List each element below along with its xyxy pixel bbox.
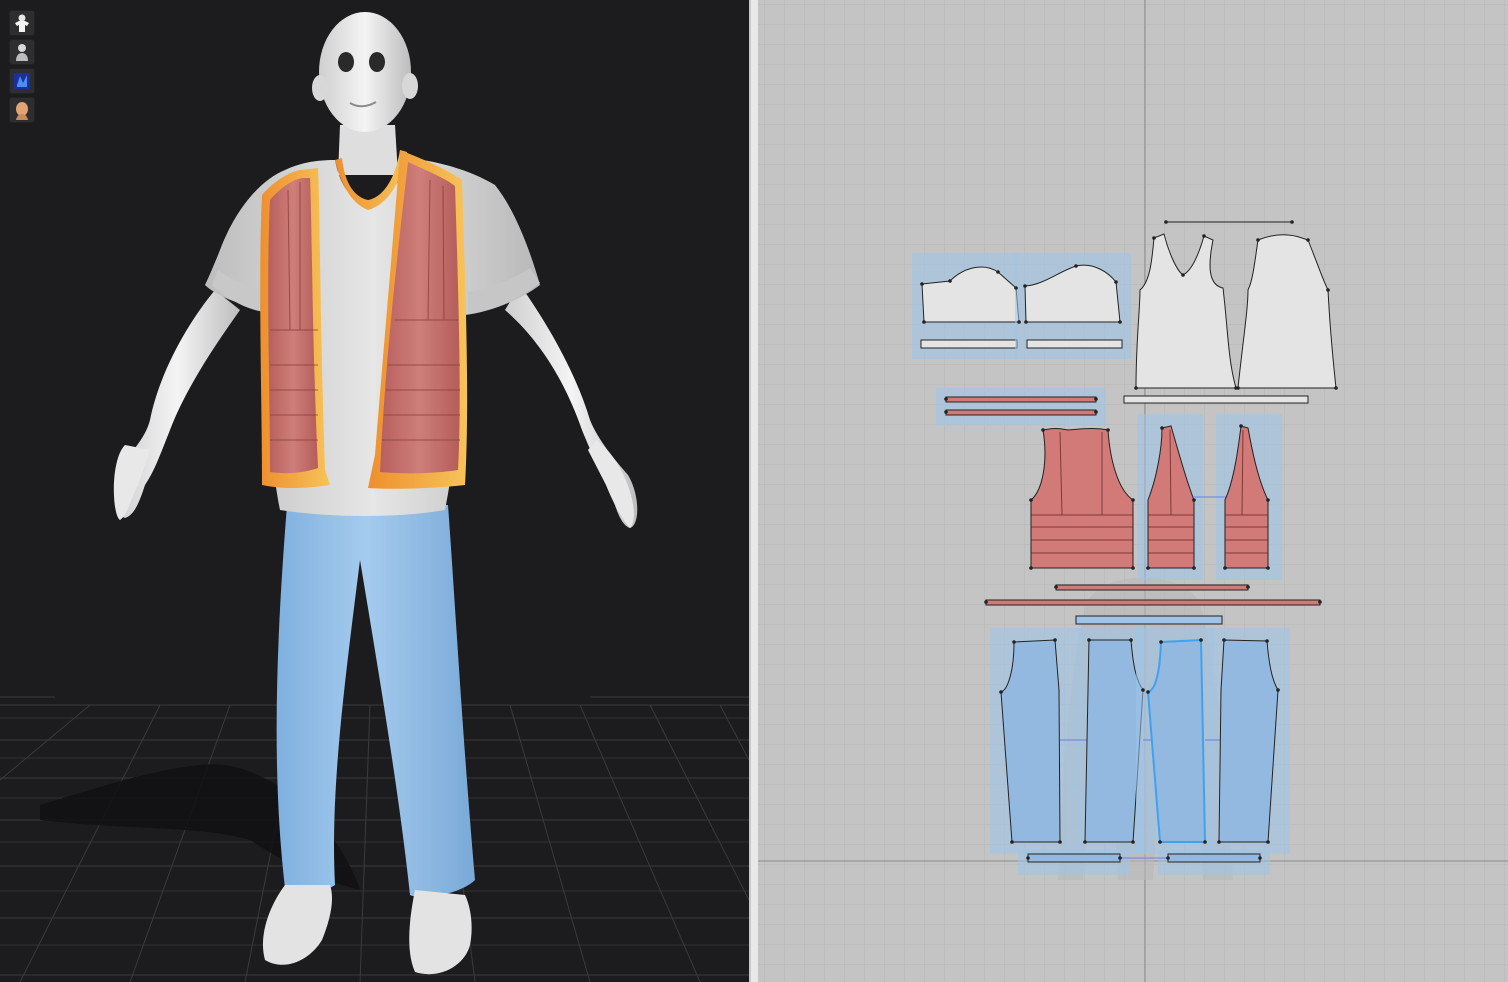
avatar-display-button[interactable]	[9, 39, 35, 65]
neck	[338, 125, 398, 175]
pattern-sleeve-right[interactable]	[1015, 253, 1131, 359]
shirt-avatar-icon	[15, 14, 29, 32]
3d-viewport[interactable]	[0, 0, 749, 982]
pants	[276, 505, 475, 897]
view-splitter[interactable]	[749, 0, 758, 982]
pattern-pants-leg-1[interactable]	[990, 628, 1080, 854]
pattern-sleeve-left[interactable]	[912, 253, 1020, 359]
left-shoe	[262, 885, 333, 965]
head	[319, 12, 411, 132]
avatar-icon	[16, 44, 28, 61]
pattern-pants-leg-3-selected[interactable]	[1136, 628, 1214, 854]
avatar-skin-icon	[16, 102, 28, 120]
right-hand	[588, 440, 634, 528]
left-eye	[338, 52, 354, 72]
texture-mode-button[interactable]	[9, 68, 35, 94]
pattern-waistband[interactable]	[1075, 615, 1223, 625]
pattern-vest-straps[interactable]	[936, 388, 1106, 426]
2d-pattern-window[interactable]	[758, 0, 1508, 982]
left-ear	[312, 75, 328, 101]
right-shoe	[409, 890, 472, 975]
avatar-skin-button[interactable]	[9, 97, 35, 123]
right-eye	[369, 52, 385, 72]
texture-mode-icon	[14, 73, 30, 89]
garment-display-button[interactable]	[9, 10, 35, 36]
pattern-pants-leg-4[interactable]	[1205, 628, 1290, 854]
right-ear	[402, 73, 418, 99]
t-shirt	[205, 158, 540, 516]
pattern-vest-front-left[interactable]	[1137, 414, 1203, 580]
floor-grid	[0, 696, 749, 982]
pattern-canvas[interactable]	[758, 0, 1508, 982]
3d-scene[interactable]	[0, 0, 749, 982]
